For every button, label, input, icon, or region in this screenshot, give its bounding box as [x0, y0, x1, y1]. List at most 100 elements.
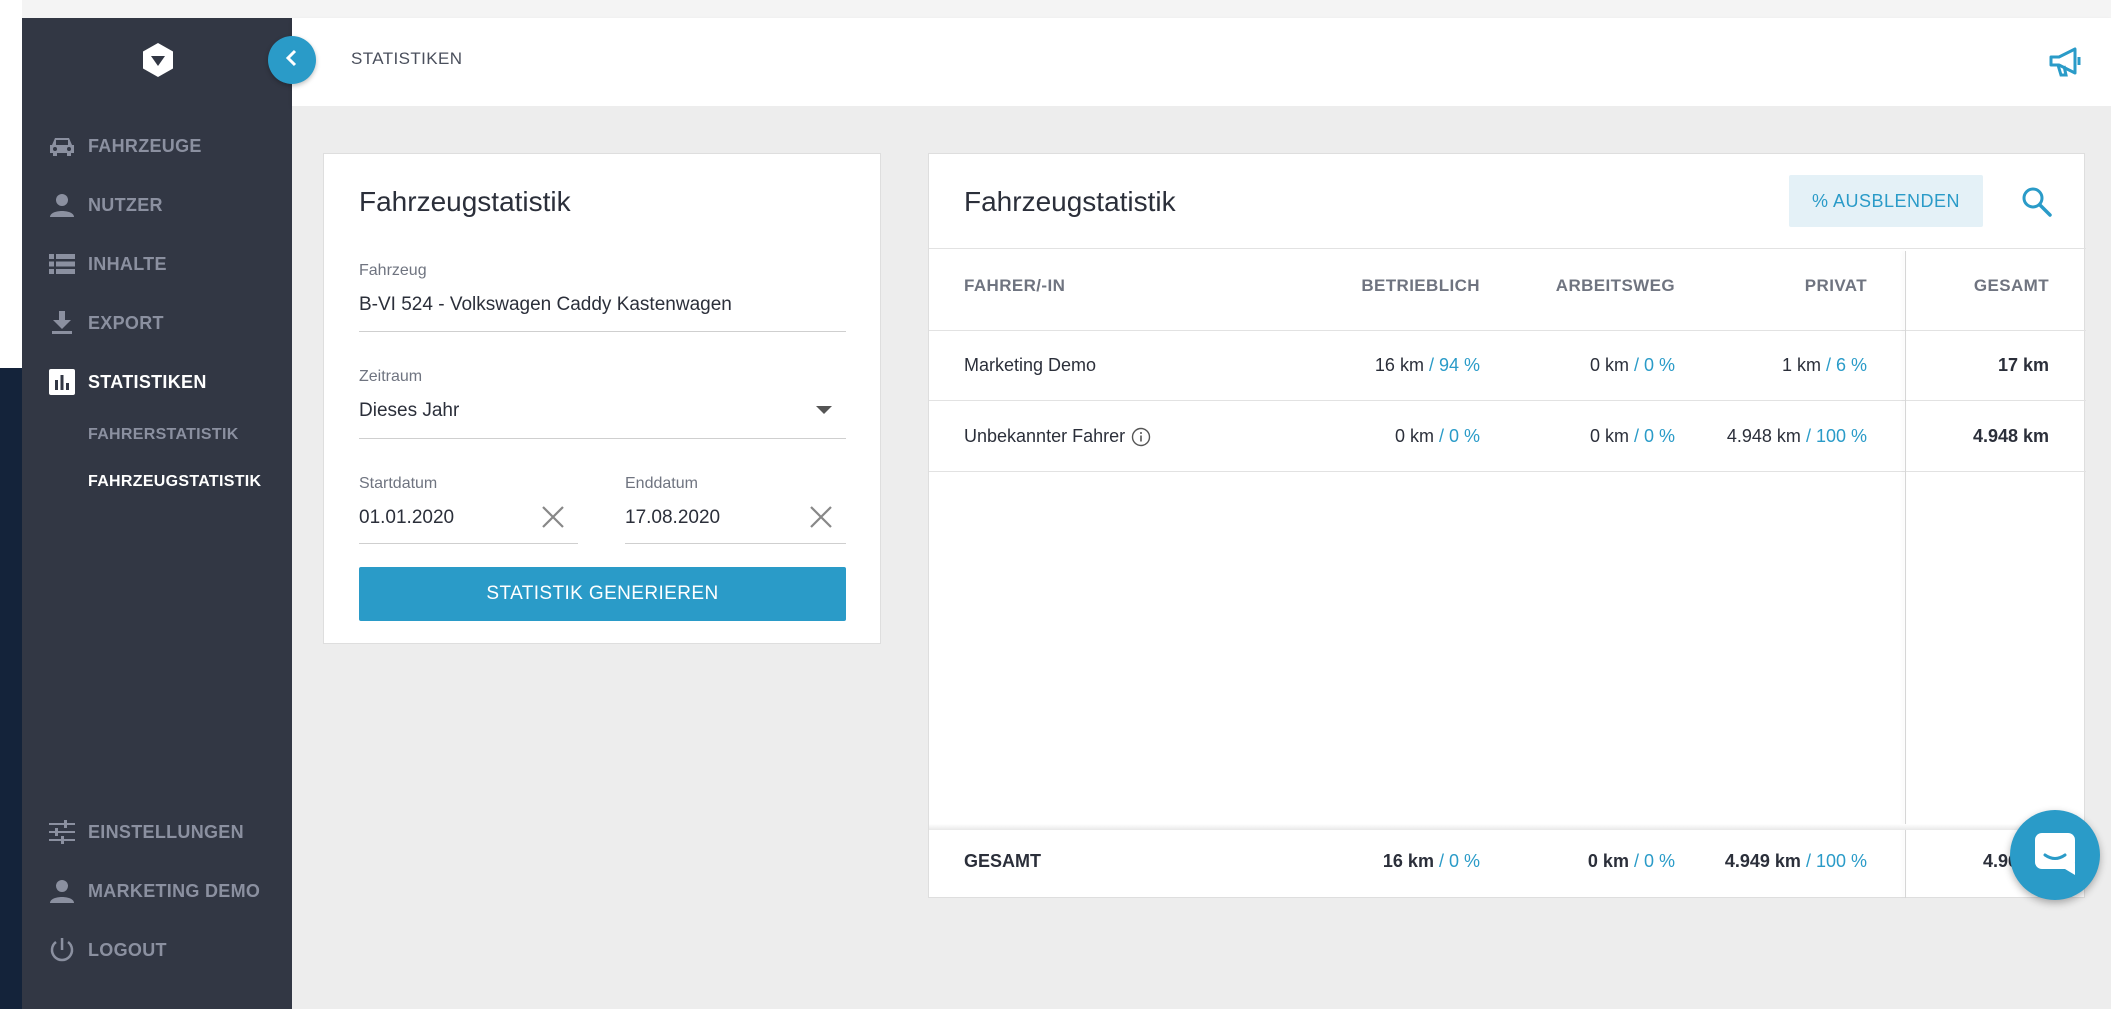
sidebar-subitem-fahrerstatistik[interactable]: FAHRERSTATISTIK: [88, 426, 239, 444]
chat-icon: [2032, 830, 2078, 881]
commute-km: 0 km: [1587, 851, 1629, 871]
person-icon: [48, 877, 76, 905]
filter-card-title: Fahrzeugstatistik: [359, 186, 571, 217]
table-row-border: [929, 471, 2086, 472]
end-date-field[interactable]: 17.08.2020: [625, 507, 815, 537]
vehicle-select[interactable]: B-VI 524 - Volkswagen Caddy Kastenwagen: [359, 294, 846, 324]
app-logo-icon[interactable]: [140, 42, 176, 78]
person-icon: [48, 191, 76, 219]
commute-pct: / 0 %: [1633, 355, 1675, 375]
cell-driver[interactable]: Unbekannter Fahrer: [964, 426, 1151, 447]
private-pct: / 100 %: [1805, 426, 1867, 446]
business-km: 0 km: [1394, 426, 1434, 446]
sliders-icon: [48, 818, 76, 846]
main-content: Fahrzeugstatistik Fahrzeug B-VI 524 - Vo…: [292, 106, 2111, 1009]
search-icon[interactable]: [2021, 186, 2053, 218]
table-row-border: [929, 400, 2086, 401]
cell-driver[interactable]: Marketing Demo: [964, 355, 1096, 376]
sidebar-item-label: FAHRZEUGE: [88, 135, 202, 156]
download-icon: [48, 309, 76, 337]
start-date-label: Startdatum: [359, 475, 438, 492]
collapse-sidebar-button[interactable]: [268, 36, 316, 84]
megaphone-icon[interactable]: [2047, 44, 2087, 80]
backdrop-left-dark: [0, 368, 22, 1009]
car-icon: [48, 132, 76, 160]
chevron-left-icon: [285, 49, 299, 72]
private-km: 4.948 km: [1726, 426, 1801, 446]
period-field-label: Zeitraum: [359, 368, 423, 385]
cell-total: 17 km: [1997, 355, 2049, 375]
column-header-private[interactable]: PRIVAT: [1805, 276, 1867, 296]
footer-business: 16 km / 0 %: [1383, 851, 1480, 872]
private-pct: / 6 %: [1825, 355, 1867, 375]
sidebar-subitem-fahrzeugstatistik[interactable]: FAHRZEUGSTATISTIK: [88, 473, 261, 491]
total-column-divider: [1905, 251, 1906, 898]
vehicle-field-label: Fahrzeug: [359, 262, 427, 279]
backdrop-top: [22, 0, 2111, 18]
sidebar-item-label: INHALTE: [88, 253, 167, 274]
close-icon[interactable]: [540, 504, 566, 530]
driver-name: Unbekannter Fahrer: [964, 426, 1126, 446]
info-icon[interactable]: [1131, 427, 1151, 447]
commute-pct: / 0 %: [1633, 426, 1675, 446]
bar-chart-icon: [48, 368, 76, 396]
sidebar-item-account[interactable]: MARKETING DEMO: [22, 871, 292, 911]
cell-commute: 0 km / 0 %: [1590, 426, 1675, 447]
cell-business: 16 km / 94 %: [1375, 355, 1480, 376]
start-date-field[interactable]: 01.01.2020: [359, 507, 559, 537]
column-header-business[interactable]: BETRIEBLICH: [1160, 276, 1480, 296]
table-header-border: [929, 330, 2086, 331]
sidebar-item-statistiken[interactable]: STATISTIKEN: [22, 362, 292, 402]
statistics-table-card: Fahrzeugstatistik % AUSBLENDEN FAHRER/-I…: [928, 153, 2086, 898]
cell-total: 4.948 km: [1972, 426, 2049, 446]
power-icon: [48, 936, 76, 964]
footer-shadow: [929, 824, 2086, 830]
top-bar: STATISTIKEN: [292, 18, 2111, 106]
page-title: STATISTIKEN: [351, 49, 463, 68]
sidebar-item-logout[interactable]: LOGOUT: [22, 930, 292, 970]
end-date-label: Enddatum: [625, 475, 698, 492]
chevron-down-icon[interactable]: [816, 406, 832, 414]
commute-km: 0 km: [1589, 426, 1629, 446]
start-date-underline: [359, 543, 578, 544]
sidebar-item-label: MARKETING DEMO: [88, 880, 261, 901]
sidebar-item-nutzer[interactable]: NUTZER: [22, 185, 292, 225]
end-date-underline: [625, 543, 846, 544]
business-pct: / 94 %: [1428, 355, 1480, 375]
column-header-total[interactable]: GESAMT: [1974, 276, 2049, 296]
filter-card: Fahrzeugstatistik Fahrzeug B-VI 524 - Vo…: [323, 153, 881, 644]
hide-percent-button[interactable]: % AUSBLENDEN: [1789, 175, 1983, 227]
close-icon[interactable]: [808, 504, 834, 530]
business-pct: / 0 %: [1438, 851, 1480, 871]
period-field-underline: [359, 438, 846, 439]
footer-label: GESAMT: [964, 851, 1042, 871]
column-header-commute[interactable]: ARBEITSWEG: [1556, 276, 1675, 296]
sidebar-item-label: EXPORT: [88, 312, 164, 333]
sidebar-item-label: STATISTIKEN: [88, 371, 207, 392]
footer-commute: 0 km / 0 %: [1588, 851, 1675, 872]
sidebar-item-fahrzeuge[interactable]: FAHRZEUGE: [22, 126, 292, 166]
sidebar-item-export[interactable]: EXPORT: [22, 303, 292, 343]
table-card-title: Fahrzeugstatistik: [964, 186, 1176, 217]
period-select[interactable]: Dieses Jahr: [359, 400, 846, 430]
sidebar-item-einstellungen[interactable]: EINSTELLUNGEN: [22, 812, 292, 852]
table-top-border: [929, 248, 2086, 249]
footer-private: 4.949 km / 100 %: [1725, 851, 1867, 872]
cell-private: 1 km / 6 %: [1782, 355, 1867, 376]
cell-business: 0 km / 0 %: [1395, 426, 1480, 447]
column-header-driver[interactable]: FAHRER/-IN: [964, 276, 1065, 296]
sidebar-item-label: LOGOUT: [88, 939, 167, 960]
list-icon: [48, 250, 76, 278]
sidebar: FAHRZEUGE NUTZER INHALTE EXPORT STATISTI…: [22, 18, 292, 1009]
commute-km: 0 km: [1589, 355, 1629, 375]
commute-pct: / 0 %: [1633, 851, 1675, 871]
business-pct: / 0 %: [1438, 426, 1480, 446]
generate-statistics-button[interactable]: STATISTIK GENERIEREN: [359, 567, 846, 621]
private-km: 4.949 km: [1724, 851, 1801, 871]
private-km: 1 km: [1781, 355, 1821, 375]
private-pct: / 100 %: [1805, 851, 1867, 871]
cell-private: 4.948 km / 100 %: [1727, 426, 1867, 447]
sidebar-item-inhalte[interactable]: INHALTE: [22, 244, 292, 284]
chat-launcher-button[interactable]: [2010, 810, 2100, 900]
business-km: 16 km: [1382, 851, 1434, 871]
